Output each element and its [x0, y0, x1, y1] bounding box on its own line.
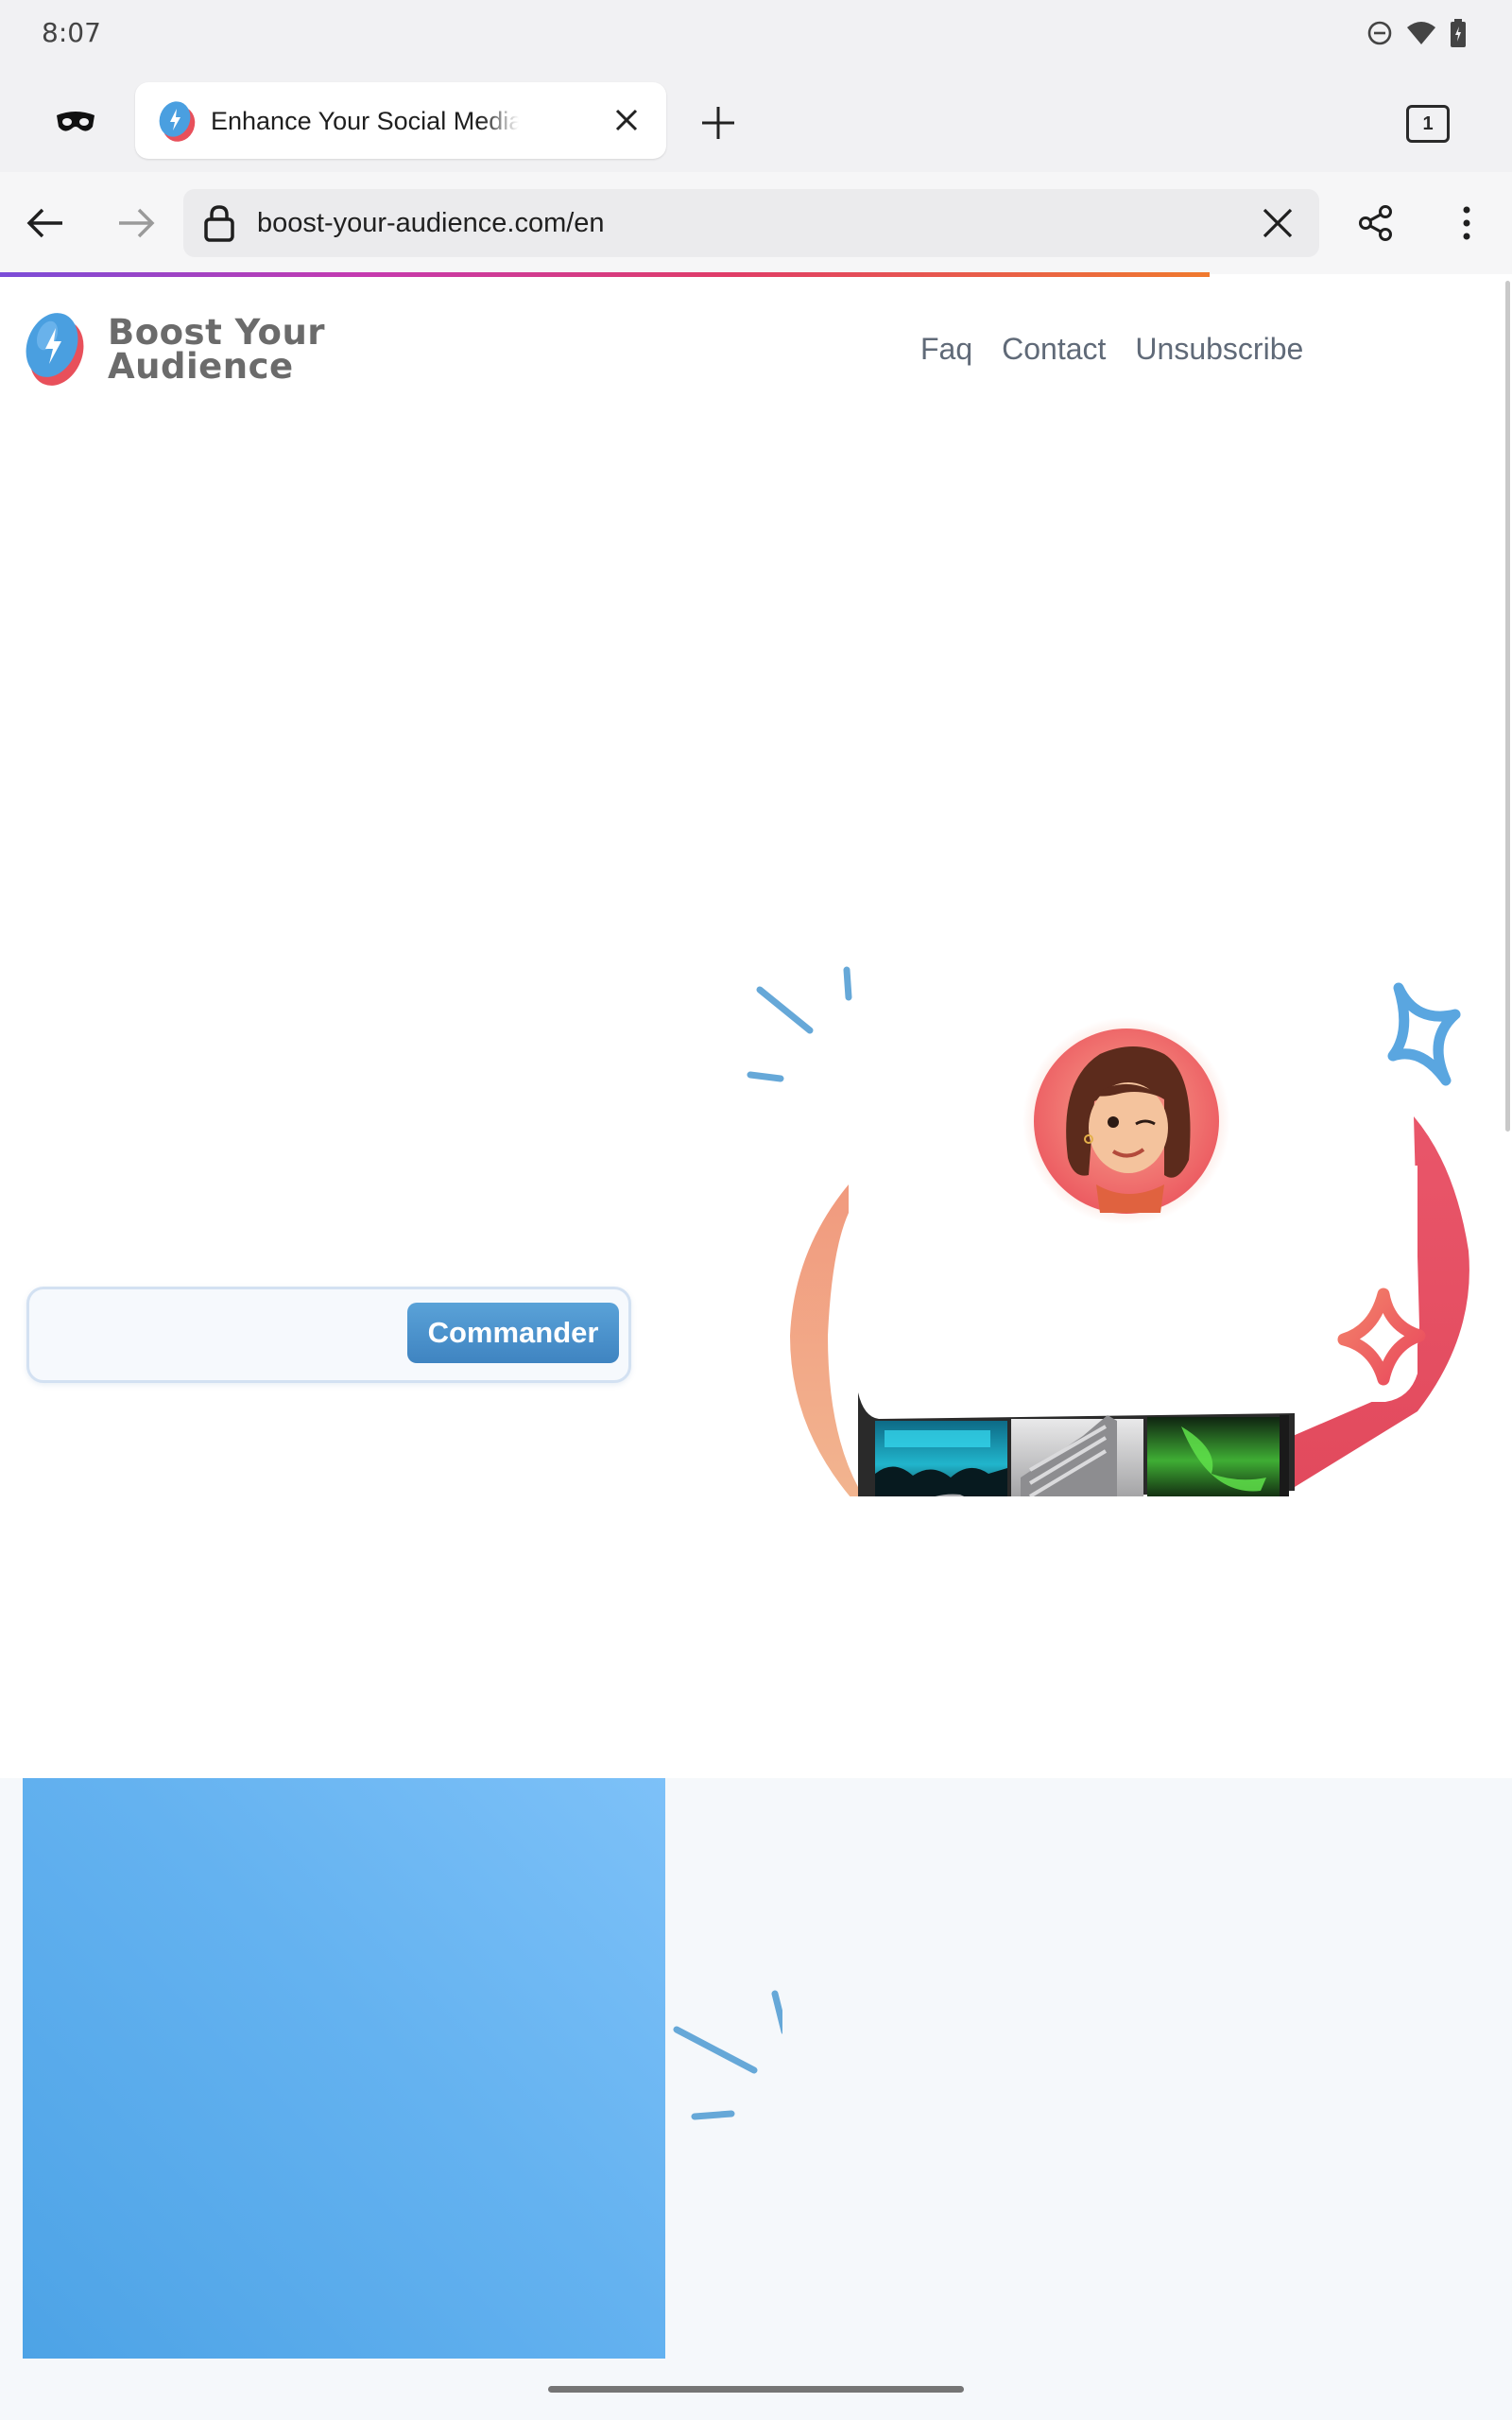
close-tab-button[interactable]: [608, 101, 645, 139]
tab-title: Enhance Your Social Media Growth: [211, 107, 519, 135]
page-scrollbar[interactable]: [1505, 281, 1510, 1132]
close-icon: [1263, 208, 1293, 238]
logo-wordmark: Boost Your Audience: [108, 312, 326, 387]
site-logo[interactable]: Boost Your Audience: [21, 307, 325, 392]
forward-button[interactable]: [113, 200, 159, 246]
new-tab-button[interactable]: [696, 100, 741, 146]
close-icon: [615, 109, 638, 131]
share-button[interactable]: [1353, 200, 1399, 246]
active-tab[interactable]: Enhance Your Social Media Growth: [135, 82, 666, 159]
username-input[interactable]: [43, 1303, 411, 1365]
lock-icon: [204, 205, 234, 242]
address-bar[interactable]: boost-your-audience.com/en: [183, 189, 1319, 257]
site-nav: Faq Contact Unsubscribe: [920, 332, 1303, 367]
logo-line-1: Boost Your: [108, 312, 326, 353]
commander-button[interactable]: Commander: [407, 1303, 619, 1363]
features-section: [0, 1778, 1512, 2420]
arrow-left-icon: [26, 208, 62, 238]
status-time: 8:07: [42, 17, 101, 48]
decorative-sparkle-lines-lower: [673, 1990, 782, 2120]
wifi-icon: [1407, 22, 1435, 44]
lightning-logo-icon: [26, 313, 84, 386]
avatar: [1022, 1017, 1230, 1225]
incognito-button[interactable]: [47, 98, 104, 146]
hero-illustration: [747, 966, 1469, 1496]
left-arc-shape: [790, 1184, 858, 1496]
gesture-navigation-handle[interactable]: [548, 2386, 964, 2393]
do-not-disturb-icon: [1367, 21, 1392, 45]
nav-link-faq[interactable]: Faq: [920, 332, 972, 367]
clear-url-button[interactable]: [1259, 204, 1297, 242]
order-form: Commander: [26, 1287, 631, 1383]
decorative-sparkle-lines: [747, 966, 852, 1082]
arrow-right-icon: [119, 208, 155, 238]
battery-icon: [1451, 19, 1466, 47]
incognito-mask-icon: [57, 112, 94, 131]
photo-strip: [858, 1392, 1295, 1496]
status-icons: [1366, 19, 1467, 47]
web-page: Boost Your Audience Faq Contact Unsubscr…: [0, 277, 1512, 2420]
site-favicon-icon: [159, 101, 196, 142]
blue-feature-panel: [23, 1778, 665, 2359]
share-icon: [1359, 205, 1392, 241]
status-bar: 8:07: [0, 0, 1512, 72]
nav-link-unsubscribe[interactable]: Unsubscribe: [1135, 332, 1303, 367]
logo-line-2: Audience: [108, 346, 294, 387]
browser-toolbar: boost-your-audience.com/en: [0, 172, 1512, 274]
overflow-menu-button[interactable]: [1446, 200, 1487, 246]
back-button[interactable]: [23, 200, 68, 246]
plus-icon: [702, 107, 734, 139]
blue-star-icon: [1387, 982, 1461, 1086]
tab-strip: Enhance Your Social Media Growth 1: [0, 72, 1512, 172]
more-vertical-icon: [1463, 206, 1470, 240]
tab-switcher-button[interactable]: 1: [1406, 105, 1450, 143]
url-text: boost-your-audience.com/en: [257, 208, 605, 238]
nav-link-contact[interactable]: Contact: [1002, 332, 1106, 367]
